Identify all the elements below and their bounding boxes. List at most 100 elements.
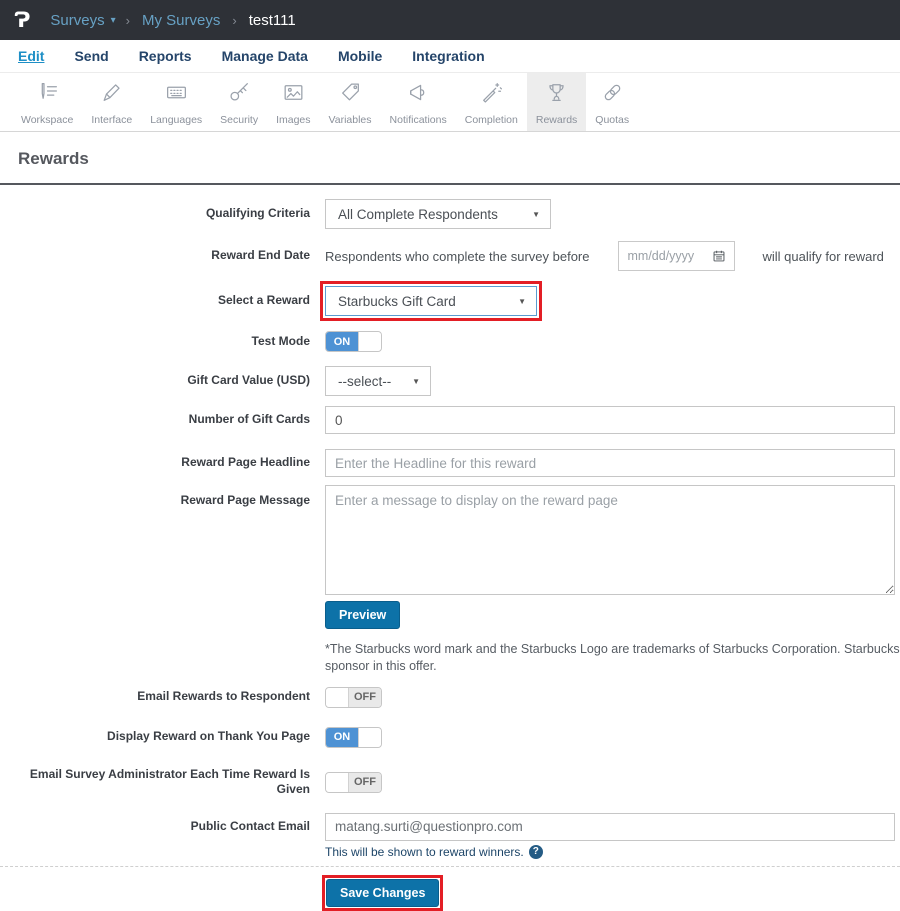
disclaimer-line-1: *The Starbucks word mark and the Starbuc… [325, 641, 900, 658]
toolbar-item-workspace[interactable]: Workspace [12, 73, 82, 131]
select-reward-select[interactable]: Starbucks Gift Card ▼ [325, 286, 537, 316]
test-mode-row: Test Mode ON [0, 331, 900, 352]
page-title: Rewards [0, 132, 900, 183]
email-admin-row: Email Survey Administrator Each Time Rew… [0, 767, 900, 798]
dashed-divider [0, 866, 900, 867]
reward-end-date-label: Reward End Date [0, 248, 310, 264]
toolbar-item-languages[interactable]: Languages [141, 73, 211, 131]
toolbar-item-quotas[interactable]: Quotas [586, 73, 638, 131]
annotation-highlight-box: Starbucks Gift Card ▼ [320, 281, 542, 321]
tab-manage-data[interactable]: Manage Data [222, 48, 308, 64]
qualifying-criteria-value: All Complete Respondents [338, 207, 498, 222]
variables-icon [338, 80, 363, 110]
toggle-knob [358, 728, 381, 747]
reward-page-headline-row: Reward Page Headline [0, 449, 900, 477]
completion-icon [479, 80, 504, 110]
toggle-knob [358, 332, 381, 351]
breadcrumb-separator: › [232, 13, 236, 28]
display-reward-toggle[interactable]: ON [325, 727, 382, 748]
gift-card-value-select[interactable]: --select-- ▼ [325, 366, 431, 396]
chevron-down-icon: ▼ [518, 297, 526, 306]
reward-page-headline-label: Reward Page Headline [0, 455, 310, 471]
rewards-form: Qualifying Criteria All Complete Respond… [0, 185, 900, 911]
email-rewards-toggle[interactable]: OFF [325, 687, 382, 708]
number-of-gift-cards-label: Number of Gift Cards [0, 412, 310, 428]
questionpro-logo-icon[interactable]: Ɂ [14, 10, 30, 31]
save-row: Save Changes [322, 875, 900, 911]
save-changes-button[interactable]: Save Changes [326, 879, 439, 907]
end-date-suffix-text: will qualify for reward [763, 249, 884, 264]
calendar-icon[interactable] [712, 249, 726, 263]
toolbar-item-label: Images [276, 114, 310, 126]
toggle-on-text: ON [326, 728, 358, 747]
disclaimer-line-2: sponsor in this offer. [325, 658, 900, 675]
gift-card-value-row: Gift Card Value (USD) --select-- ▼ [0, 366, 900, 396]
notifications-icon [406, 80, 431, 110]
toolbar-item-variables[interactable]: Variables [320, 73, 381, 131]
quotas-chain-icon [600, 80, 625, 110]
select-reward-label: Select a Reward [0, 293, 310, 309]
toolbar-item-label: Variables [329, 114, 372, 126]
end-date-prefix-text: Respondents who complete the survey befo… [325, 249, 590, 264]
reward-page-headline-input[interactable] [325, 449, 895, 477]
helper-text: This will be shown to reward winners. [325, 845, 524, 859]
breadcrumb-survey-name: test111 [249, 12, 296, 29]
tab-reports[interactable]: Reports [139, 48, 192, 64]
images-icon [281, 80, 306, 110]
toolbar-item-interface[interactable]: Interface [82, 73, 141, 131]
qualifying-criteria-row: Qualifying Criteria All Complete Respond… [0, 199, 900, 229]
main-nav-tabs: Edit Send Reports Manage Data Mobile Int… [0, 40, 900, 73]
toolbar-item-images[interactable]: Images [267, 73, 319, 131]
reward-page-message-row: Reward Page Message [0, 485, 900, 595]
chevron-down-icon[interactable]: ▾ [111, 15, 116, 26]
toolbar-item-label: Quotas [595, 114, 629, 126]
public-contact-email-input[interactable] [325, 813, 895, 841]
reward-page-message-textarea[interactable] [325, 485, 895, 595]
email-rewards-row: Email Rewards to Respondent OFF [0, 687, 900, 708]
public-contact-email-label: Public Contact Email [0, 819, 310, 835]
contact-email-helper: This will be shown to reward winners. ? [325, 845, 900, 859]
security-icon [227, 80, 252, 110]
number-of-gift-cards-row: Number of Gift Cards [0, 406, 900, 434]
toolbar-item-label: Rewards [536, 114, 577, 126]
toolbar-item-security[interactable]: Security [211, 73, 267, 131]
toolbar-item-completion[interactable]: Completion [456, 73, 527, 131]
preview-button[interactable]: Preview [325, 601, 400, 629]
email-admin-toggle[interactable]: OFF [325, 772, 382, 793]
tab-mobile[interactable]: Mobile [338, 48, 382, 64]
toolbar-item-label: Security [220, 114, 258, 126]
toolbar-item-notifications[interactable]: Notifications [381, 73, 456, 131]
interface-icon [99, 80, 124, 110]
toggle-off-text: OFF [349, 688, 381, 707]
email-admin-label: Email Survey Administrator Each Time Rew… [0, 767, 310, 798]
toggle-knob [326, 773, 349, 792]
qualifying-criteria-label: Qualifying Criteria [0, 206, 310, 222]
preview-row: Preview [325, 601, 900, 629]
rewards-trophy-icon [544, 80, 569, 110]
toolbar-item-label: Workspace [21, 114, 73, 126]
test-mode-toggle[interactable]: ON [325, 331, 382, 352]
test-mode-label: Test Mode [0, 334, 310, 350]
breadcrumb-my-surveys[interactable]: My Surveys [142, 12, 220, 29]
breadcrumb-surveys[interactable]: Surveys [50, 12, 104, 29]
chevron-down-icon: ▼ [412, 377, 420, 386]
annotation-highlight-box: Save Changes [322, 875, 443, 911]
toolbar-item-label: Notifications [390, 114, 447, 126]
starbucks-disclaimer: *The Starbucks word mark and the Starbuc… [325, 641, 900, 675]
help-icon[interactable]: ? [529, 845, 543, 859]
qualifying-criteria-select[interactable]: All Complete Respondents ▼ [325, 199, 551, 229]
gift-card-value-value: --select-- [338, 374, 391, 389]
tab-edit[interactable]: Edit [18, 48, 44, 64]
select-reward-value: Starbucks Gift Card [338, 294, 456, 309]
number-of-gift-cards-input[interactable] [325, 406, 895, 434]
toolbar-item-label: Interface [91, 114, 132, 126]
tab-send[interactable]: Send [74, 48, 108, 64]
select-reward-row: Select a Reward Starbucks Gift Card ▼ [0, 281, 900, 321]
toolbar-item-rewards[interactable]: Rewards [527, 73, 586, 131]
edit-icon-toolbar: Workspace Interface Languages Security I… [0, 73, 900, 132]
tab-integration[interactable]: Integration [412, 48, 484, 64]
top-header-bar: Ɂ Surveys ▾ › My Surveys › test111 [0, 0, 900, 40]
end-date-input[interactable]: mm/dd/yyyy [618, 241, 735, 271]
toggle-on-text: ON [326, 332, 358, 351]
gift-card-value-label: Gift Card Value (USD) [0, 373, 310, 389]
